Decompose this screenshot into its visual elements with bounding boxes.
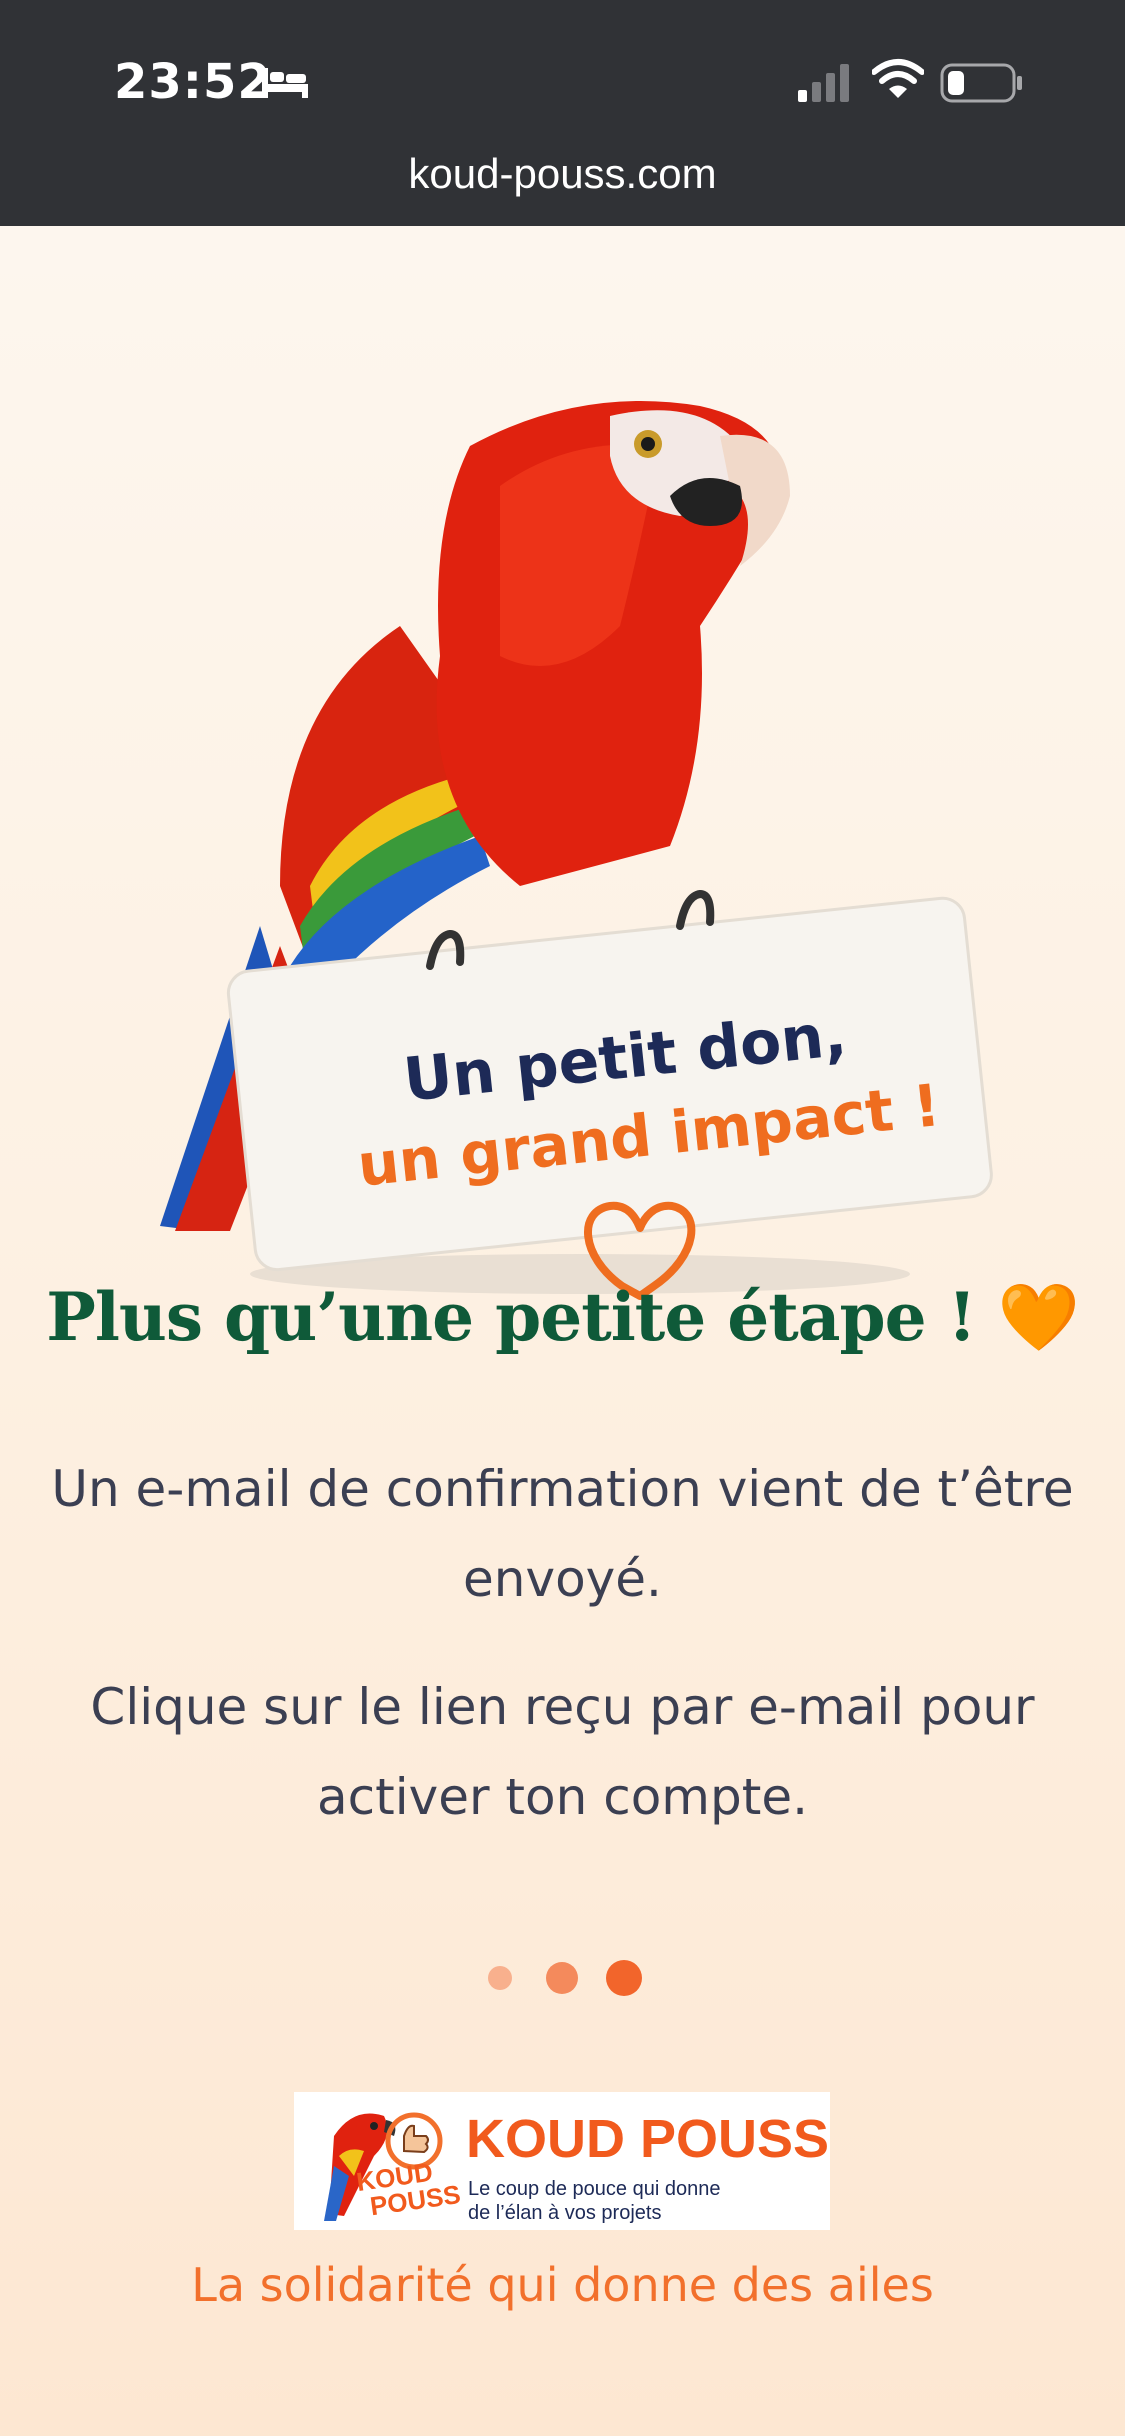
page-title-text: Plus qu’une petite étape ! [46, 1278, 976, 1356]
pagination-dot-3-active[interactable] [606, 1960, 642, 1996]
page-title: Plus qu’une petite étape ! 🧡 [0, 1278, 1125, 1357]
activation-instruction: Clique sur le lien reçu par e-mail pour … [90, 1678, 1035, 1826]
koud-pouss-logo: KOUD POUSS KOUD POUSS Le coup de pouce q… [294, 2092, 830, 2230]
pagination-dot-1[interactable] [488, 1966, 512, 1990]
bed-icon [262, 68, 308, 98]
logo-mini-text: KOUD POUSS [355, 2155, 463, 2222]
orange-heart-icon: 🧡 [997, 1278, 1080, 1356]
status-bar: 23:52 koud-pouss.com [0, 0, 1125, 226]
page-content: Un petit don, un grand impact ! Plus qu’… [0, 226, 1125, 2436]
cellular-signal-icon [798, 64, 849, 102]
logo-tagline-line1: Le coup de pouce qui donne [468, 2178, 721, 2200]
footer-tagline: La solidarité qui donne des ailes [191, 2258, 934, 2312]
status-time: 23:52 [114, 54, 272, 110]
battery-icon [940, 63, 1022, 103]
pagination-dots [0, 1948, 1125, 2008]
confirmation-message: Un e-mail de confirmation vient de t’êtr… [51, 1460, 1074, 1608]
logo-tagline-line2: de l’élan à vos projets [468, 2202, 662, 2224]
address-bar-url[interactable]: koud-pouss.com [0, 150, 1125, 198]
pagination-dot-2[interactable] [546, 1962, 578, 1994]
logo-title: KOUD POUSS [466, 2109, 830, 2169]
parrot-illustration [160, 401, 993, 1300]
wifi-icon [872, 59, 924, 98]
